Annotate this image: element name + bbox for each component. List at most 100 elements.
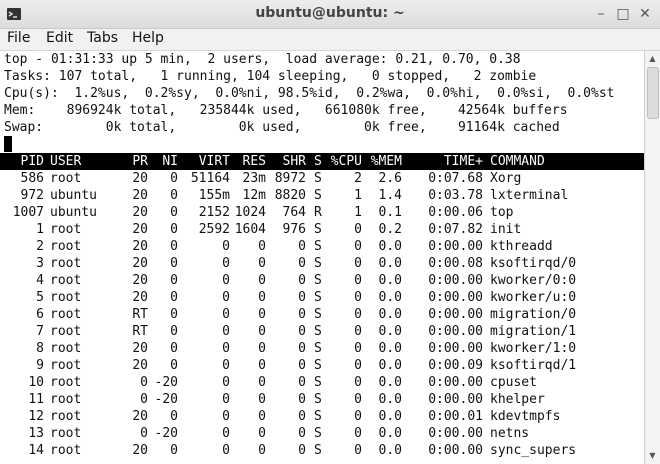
column-header-res: RES xyxy=(242,154,266,169)
cell-user: root xyxy=(50,273,82,288)
cell-pid: 2 xyxy=(36,239,44,254)
cell-shr: 0 xyxy=(298,239,306,254)
cell-pid: 6 xyxy=(36,307,44,322)
cell-mem: 0.0 xyxy=(378,256,402,271)
cell-shr: 0 xyxy=(298,256,306,271)
cell-command: Xorg xyxy=(490,171,522,186)
cell-pr: 20 xyxy=(132,239,148,254)
column-header-shr: SHR xyxy=(282,154,306,169)
cell-pr: 20 xyxy=(132,358,148,373)
cell-ni: 0 xyxy=(170,188,178,203)
cell-state: S xyxy=(314,307,322,322)
cell-mem: 0.0 xyxy=(378,307,402,322)
cell-cpu: 0 xyxy=(354,222,362,237)
cell-time: 0:00.06 xyxy=(428,205,483,220)
cell-ni: 0 xyxy=(170,256,178,271)
cell-state: S xyxy=(314,426,322,441)
menu-edit[interactable]: Edit xyxy=(46,30,73,46)
cell-virt: 51164 xyxy=(190,171,230,186)
cell-res: 0 xyxy=(258,256,266,271)
cell-time: 0:00.00 xyxy=(428,239,483,254)
cell-res: 0 xyxy=(258,392,266,407)
cell-shr: 0 xyxy=(298,358,306,373)
cell-cpu: 0 xyxy=(354,443,362,458)
cell-time: 0:00.00 xyxy=(428,375,483,390)
process-row: 1 root 20 0 2592 1604 976 S 0 0.2 0:07.82 init xyxy=(0,221,644,238)
process-row: 14 root 20 0 0 0 0 S 0 0.0 0:00.00 sync_supers xyxy=(0,442,644,459)
cell-virt: 2592 xyxy=(198,222,230,237)
minimize-button[interactable]: – xyxy=(591,4,611,24)
title-bar[interactable]: ubuntu@ubuntu: ~ – □ ✕ xyxy=(0,0,660,29)
cell-user: root xyxy=(50,375,82,390)
cell-mem: 0.0 xyxy=(378,426,402,441)
cell-pid: 9 xyxy=(36,358,44,373)
cell-pr: 20 xyxy=(132,222,148,237)
cell-command: lxterminal xyxy=(490,188,569,203)
cell-cpu: 0 xyxy=(354,392,362,407)
menu-tabs[interactable]: Tabs xyxy=(87,30,118,46)
maximize-button[interactable]: □ xyxy=(613,4,633,24)
cell-res: 0 xyxy=(258,375,266,390)
cell-command: top xyxy=(490,205,514,220)
cell-command: khelper xyxy=(490,392,545,407)
cell-shr: 0 xyxy=(298,392,306,407)
cell-mem: 0.0 xyxy=(378,409,402,424)
cell-pr: 20 xyxy=(132,256,148,271)
process-row: 586 root 20 0 51164 23m 8972 S 2 2.6 0:07.68 Xorg xyxy=(0,170,644,187)
column-header-pr: PR xyxy=(132,154,148,169)
terminal-scrollbar[interactable]: ▲ ▼ xyxy=(644,51,660,464)
cell-ni: 0 xyxy=(170,222,178,237)
process-table-header: PID USER PR NI VIRT RES SHR S %CPU %MEM TIME+ COMMA… xyxy=(0,153,644,170)
cell-user: root xyxy=(50,324,82,339)
menu-help[interactable]: Help xyxy=(132,30,164,46)
close-button[interactable]: ✕ xyxy=(635,4,655,24)
scroll-up-arrow-icon[interactable]: ▲ xyxy=(645,52,660,66)
cell-shr: 0 xyxy=(298,409,306,424)
cell-virt: 0 xyxy=(222,375,230,390)
cell-user: root xyxy=(50,290,82,305)
cell-mem: 2.6 xyxy=(378,171,402,186)
cell-pr: 20 xyxy=(132,171,148,186)
cell-command: init xyxy=(490,222,522,237)
cell-res: 0 xyxy=(258,290,266,305)
column-header-user: USER xyxy=(50,154,82,169)
cell-virt: 155m xyxy=(198,188,230,203)
cell-state: S xyxy=(314,409,322,424)
cell-state: S xyxy=(314,273,322,288)
process-row: 1007 ubuntu 20 0 2152 1024 764 R 1 0.1 0:00.06 top xyxy=(0,204,644,221)
cell-cpu: 0 xyxy=(354,239,362,254)
scroll-down-arrow-icon[interactable]: ▼ xyxy=(645,449,660,463)
cell-user: root xyxy=(50,443,82,458)
cell-ni: -20 xyxy=(154,426,178,441)
cell-user: root xyxy=(50,358,82,373)
process-row: 5 root 20 0 0 0 0 S 0 0.0 0:00.00 kworker/u:0 xyxy=(0,289,644,306)
scrollbar-thumb[interactable] xyxy=(647,67,659,119)
cell-res: 1024 xyxy=(234,205,266,220)
cell-time: 0:00.00 xyxy=(428,341,483,356)
cell-mem: 0.0 xyxy=(378,239,402,254)
terminal-output[interactable]: top - 01:31:33 up 5 min, 2 users, load a… xyxy=(0,51,644,464)
cell-shr: 0 xyxy=(298,426,306,441)
menu-file[interactable]: File xyxy=(7,30,30,46)
cell-pid: 1 xyxy=(36,222,44,237)
cell-res: 0 xyxy=(258,443,266,458)
cpu-line: Cpu(s): 1.2%us, 0.2%sy, 0.0%ni, 98.5%id,… xyxy=(4,86,615,101)
process-row: 10 root 0 -20 0 0 0 S 0 0.0 0:00.00 cpuset xyxy=(0,374,644,391)
cell-pid: 3 xyxy=(36,256,44,271)
cell-state: S xyxy=(314,239,322,254)
column-header-mem: %MEM xyxy=(370,154,402,169)
cell-pid: 5 xyxy=(36,290,44,305)
cell-shr: 8820 xyxy=(274,188,306,203)
cell-pid: 12 xyxy=(28,409,44,424)
cell-ni: 0 xyxy=(170,239,178,254)
cell-command: migration/0 xyxy=(490,307,577,322)
cell-pr: 20 xyxy=(132,443,148,458)
cell-virt: 0 xyxy=(222,290,230,305)
cell-res: 0 xyxy=(258,341,266,356)
cell-cpu: 0 xyxy=(354,273,362,288)
cell-res: 0 xyxy=(258,307,266,322)
cell-user: root xyxy=(50,239,82,254)
cell-cpu: 0 xyxy=(354,290,362,305)
column-header-pid: PID xyxy=(20,154,44,169)
cell-mem: 0.0 xyxy=(378,392,402,407)
